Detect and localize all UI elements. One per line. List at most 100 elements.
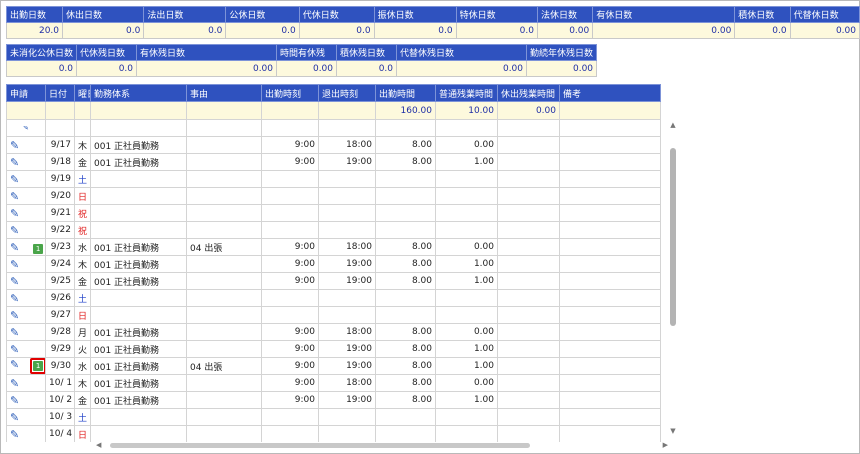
table-row[interactable]: ✎ 9/22 祝 xyxy=(6,221,661,239)
column-header[interactable]: 普通残業時間 xyxy=(435,84,498,102)
pencil-icon[interactable]: ✎ xyxy=(10,156,19,169)
chevron-right-icon[interactable]: ▶ xyxy=(663,441,668,449)
pencil-icon[interactable]: ✎ xyxy=(10,309,19,322)
apply-cell: ✎ 1 xyxy=(6,357,46,375)
column-header[interactable]: 休出残業時間 xyxy=(497,84,560,102)
pencil-icon[interactable]: ✎ xyxy=(10,207,19,220)
chevron-left-icon[interactable]: ◀ xyxy=(96,441,101,449)
column-header[interactable]: 備考 xyxy=(559,84,661,102)
table-row[interactable]: ✎ 10/ 4日 xyxy=(6,425,661,442)
clock-in-cell xyxy=(261,204,319,222)
summary-header: 有休残日数 xyxy=(136,44,278,61)
vertical-scrollbar[interactable]: ▲ ▼ xyxy=(668,120,678,438)
weekday-cell: 火 xyxy=(74,340,91,358)
table-row[interactable]: ✎ 9/26 土 xyxy=(6,289,661,307)
attendance-grid: 申請日付曜日勤務体系事由出勤時刻退出時刻出勤時間普通残業時間休出残業時間備考 1… xyxy=(6,84,666,442)
table-row[interactable]: ✎ 9/25 金 001 正社員勤務 9:00 19:00 8.00 1.00 xyxy=(6,272,661,290)
work-hours-cell: 8.00 xyxy=(375,340,436,358)
apply-cell: ✎ xyxy=(6,255,46,273)
summary-table-days: 出勤日数 休出日数 法出日数 公休日数 代休日数 振休日数 特休日数 法休日数 有休日数 積休日数… xyxy=(5,6,860,39)
summary-value: 0.00 xyxy=(276,60,338,77)
apply-cell: ✎ xyxy=(6,374,46,392)
pencil-icon[interactable]: ✎ xyxy=(10,292,19,305)
clock-out-cell xyxy=(318,289,376,307)
column-header[interactable]: 申請 xyxy=(6,84,46,102)
table-row[interactable]: ✎ 1 9/30 水 001 正社員勤務 04 出張 9:00 19:00 8.00 1.00 xyxy=(6,357,661,375)
table-row[interactable]: ✎ 9/24 木 001 正社員勤務 9:00 19:00 8.00 1.00 xyxy=(6,255,661,273)
pencil-icon[interactable]: ✎ xyxy=(10,326,19,339)
weekday-cell: 金 xyxy=(74,153,91,171)
overtime-cell xyxy=(435,289,498,307)
pencil-icon[interactable]: ✎ xyxy=(10,343,19,356)
table-row[interactable]: ✎ 10/ 3土 xyxy=(6,408,661,426)
scrollbar-thumb[interactable] xyxy=(670,148,676,326)
pencil-icon[interactable]: ✎ xyxy=(10,377,19,390)
pencil-icon[interactable]: ✎ xyxy=(10,428,19,441)
column-header[interactable]: 曜日 xyxy=(74,84,91,102)
weekday-cell: 日 xyxy=(74,425,91,442)
scrollbar-thumb-horizontal[interactable] xyxy=(110,443,530,448)
column-header[interactable]: 事由 xyxy=(186,84,262,102)
summary-value: 0.00 xyxy=(136,60,278,77)
table-row[interactable]: ✎ 9/29 火 001 正社員勤務 9:00 19:00 8.00 1.00 xyxy=(6,340,661,358)
reason-cell xyxy=(186,204,262,222)
weekday-cell: 月 xyxy=(74,323,91,341)
column-header[interactable]: 日付 xyxy=(45,84,75,102)
table-row[interactable]: ✎ 10/ 1 木 001 正社員勤務 9:00 18:00 8.00 0.00 xyxy=(6,374,661,392)
reason-cell xyxy=(186,408,262,426)
date-cell: 9/25 xyxy=(45,272,75,290)
shift-cell xyxy=(90,187,187,205)
summary-header: 代替休残日数 xyxy=(396,44,528,61)
pencil-icon[interactable]: ✎ xyxy=(10,190,19,203)
summary-value: 0.0 xyxy=(734,22,791,39)
weekday-cell: 金 xyxy=(74,272,91,290)
application-badge[interactable]: 1 xyxy=(33,361,44,371)
table-row[interactable]: ✎ 9/17 木 001 正社員勤務 9:00 18:00 8.00 0.00 xyxy=(6,136,661,154)
column-header[interactable]: 出勤時刻 xyxy=(261,84,319,102)
weekday-cell: 水 xyxy=(74,238,91,256)
pencil-icon[interactable]: ✎ xyxy=(10,173,19,186)
application-badge[interactable]: 1 xyxy=(33,243,44,254)
pencil-icon[interactable]: ✎ xyxy=(10,224,19,237)
table-row[interactable]: ✎ 9/20 日 xyxy=(6,187,661,205)
reason-cell xyxy=(186,323,262,341)
holiday-overtime-cell xyxy=(497,289,560,307)
apply-cell: ✎ xyxy=(6,221,46,239)
weekday-cell: 木 xyxy=(74,136,91,154)
chevron-up-icon[interactable]: ▲ xyxy=(668,120,678,130)
pencil-icon[interactable]: ✎ xyxy=(10,359,19,372)
pencil-icon[interactable]: ✎ xyxy=(10,411,19,424)
table-row[interactable]: ✎ 9/21 祝 xyxy=(6,204,661,222)
apply-cell: ✎ xyxy=(6,391,46,409)
date-cell: 10/ 4 xyxy=(45,425,75,442)
summary-value: 0.0 xyxy=(76,60,138,77)
holiday-overtime-cell xyxy=(497,391,560,409)
summary-value: 0.00 xyxy=(789,22,860,39)
summary-header: 公休日数 xyxy=(225,6,300,23)
horizontal-scrollbar[interactable]: ◀ ▶ xyxy=(96,441,668,450)
table-row[interactable]: ✎ 1 9/23 水 001 正社員勤務 04 出張 9:00 18:00 8.00 0.00 xyxy=(6,238,661,256)
pencil-icon[interactable]: ✎ xyxy=(10,241,19,254)
table-row[interactable]: ✎ 9/27 日 xyxy=(6,306,661,324)
date-cell: 9/19 xyxy=(45,170,75,188)
clock-in-cell xyxy=(261,306,319,324)
table-row[interactable]: ✎ 10/ 2 金 001 正社員勤務 9:00 19:00 8.00 1.00 xyxy=(6,391,661,409)
table-row[interactable]: ✎ 9/19 土 xyxy=(6,170,661,188)
remarks-cell xyxy=(559,170,661,188)
pencil-icon[interactable]: ✎ xyxy=(10,275,19,288)
pencil-icon[interactable]: ✎ xyxy=(10,139,19,152)
pencil-icon[interactable]: ✎ xyxy=(10,258,19,271)
table-row[interactable]: ✎ 9/28 月 001 正社員勤務 9:00 18:00 8.00 0.00 xyxy=(6,323,661,341)
shift-cell xyxy=(90,425,187,442)
summary-header: 法出日数 xyxy=(143,6,227,23)
apply-cell: ✎ xyxy=(6,289,46,307)
work-hours-cell xyxy=(375,170,436,188)
pencil-icon[interactable]: ✎ xyxy=(10,126,42,130)
column-header[interactable]: 出勤時間 xyxy=(375,84,436,102)
pencil-icon[interactable]: ✎ xyxy=(10,394,19,407)
apply-cell: ✎ xyxy=(6,272,46,290)
column-header[interactable]: 退出時刻 xyxy=(318,84,376,102)
column-header[interactable]: 勤務体系 xyxy=(90,84,187,102)
table-row[interactable]: ✎ 9/18 金 001 正社員勤務 9:00 19:00 8.00 1.00 xyxy=(6,153,661,171)
chevron-down-icon[interactable]: ▼ xyxy=(668,426,678,436)
